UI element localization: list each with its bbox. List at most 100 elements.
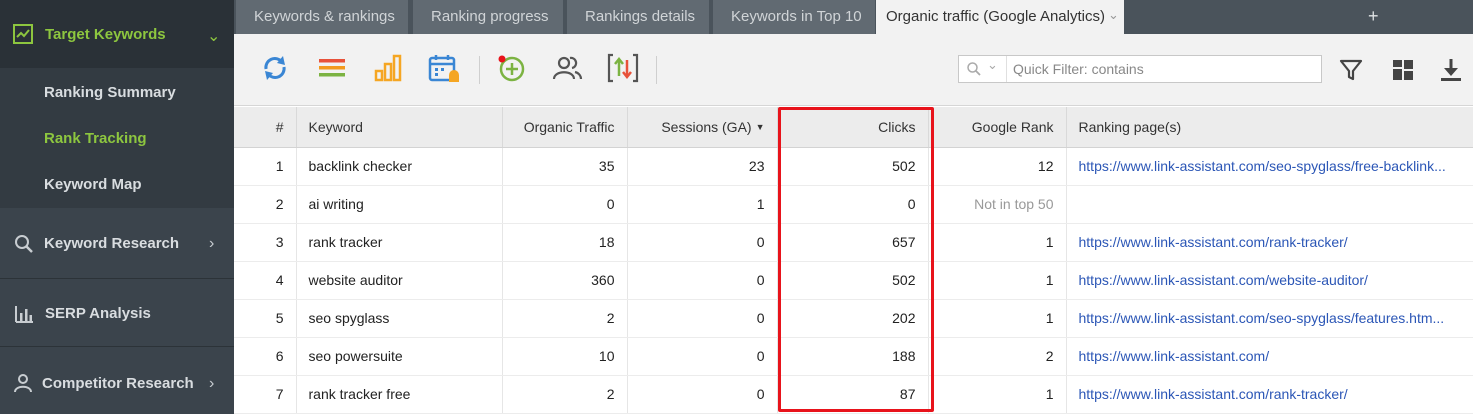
quick-filter-input[interactable] (1013, 59, 1313, 79)
sessions-cell: 0 (627, 337, 778, 376)
clicks-cell: 502 (777, 261, 929, 300)
sidebar: Target Keywords ⌄ Ranking Summary Rank T… (0, 0, 234, 414)
sidebar-section-label: Keyword Research (44, 235, 180, 252)
column-header-ranking-pages[interactable]: Ranking page(s) (1066, 107, 1473, 148)
divider (0, 278, 234, 279)
sidebar-item-ranking-summary[interactable]: Ranking Summary (44, 84, 176, 101)
clicks-cell: 87 (777, 375, 929, 414)
grid-layout-icon[interactable] (1388, 55, 1418, 85)
add-keyword-icon[interactable] (494, 51, 528, 85)
chevron-right-icon: › (209, 375, 215, 392)
table-row[interactable]: 2 ai writing 0 1 0 Not in top 50 (234, 185, 1473, 224)
row-number: 1 (234, 147, 297, 186)
table-row[interactable]: 4 website auditor 360 0 502 1 https://www.link… (234, 261, 1473, 300)
refresh-icon[interactable] (258, 51, 292, 85)
google-rank-cell: 2 (928, 337, 1067, 376)
sessions-cell: 0 (627, 261, 778, 300)
search-icon (15, 235, 33, 253)
organic-traffic-cell: 35 (502, 147, 628, 186)
google-rank-cell: Not in top 50 (928, 185, 1067, 224)
quick-filter: ⌄ (958, 55, 1322, 83)
users-icon[interactable] (550, 51, 584, 85)
sessions-cell: 0 (627, 299, 778, 338)
organic-traffic-cell: 2 (502, 299, 628, 338)
table-row[interactable]: 6 seo powersuite 10 0 188 2 https://www.link-a… (234, 337, 1473, 376)
list-icon[interactable] (315, 51, 349, 85)
ranking-page-cell[interactable]: https://www.link-assistant.com/rank-trac… (1066, 223, 1473, 262)
column-header-label: Sessions (GA) (661, 118, 752, 135)
search-options-button[interactable]: ⌄ (959, 56, 1007, 82)
download-icon[interactable] (1436, 55, 1466, 85)
sidebar-section-target-keywords[interactable]: Target Keywords ⌄ (0, 0, 234, 68)
row-number: 7 (234, 375, 297, 414)
tab-keywords-rankings[interactable]: Keywords & rankings (236, 0, 408, 34)
toolbar-separator (479, 56, 480, 84)
sidebar-subitems: Ranking Summary Rank Tracking Keyword Ma… (0, 68, 234, 208)
google-rank-cell: 1 (928, 375, 1067, 414)
keyword-cell: seo spyglass (296, 299, 503, 338)
chevron-down-icon: ⌄ (987, 57, 998, 72)
keyword-cell: ai writing (296, 185, 503, 224)
filter-icon[interactable] (1336, 55, 1366, 85)
ranking-page-cell[interactable]: https://www.link-assistant.com/seo-spygl… (1066, 299, 1473, 338)
keyword-cell: backlink checker (296, 147, 503, 186)
ranking-page-cell[interactable]: https://www.link-assistant.com/ (1066, 337, 1473, 376)
row-number: 3 (234, 223, 297, 262)
organic-traffic-cell: 360 (502, 261, 628, 300)
tab-organic-traffic[interactable]: Organic traffic (Google Analytics) ⌄ (876, 0, 1124, 34)
column-header-google-rank[interactable]: Google Rank (928, 107, 1067, 148)
keywords-table: # Keyword Organic Traffic Sessions (GA) ▼… (234, 107, 1473, 414)
column-header-organic-traffic[interactable]: Organic Traffic (502, 107, 628, 148)
row-number: 2 (234, 185, 297, 224)
tab-keywords-top-10[interactable]: Keywords in Top 10 (713, 0, 875, 34)
row-number: 4 (234, 261, 297, 300)
keyword-cell: rank tracker free (296, 375, 503, 414)
chevron-right-icon: › (209, 235, 215, 252)
sidebar-item-keyword-map[interactable]: Keyword Map (44, 176, 142, 193)
search-icon (967, 62, 981, 76)
row-number: 6 (234, 337, 297, 376)
ranking-page-cell[interactable] (1066, 185, 1473, 224)
column-header-clicks[interactable]: Clicks (777, 107, 929, 148)
keyword-cell: seo powersuite (296, 337, 503, 376)
ranking-page-cell[interactable]: https://www.link-assistant.com/website-a… (1066, 261, 1473, 300)
add-tab-icon[interactable]: + (1368, 6, 1379, 27)
clicks-cell: 0 (777, 185, 929, 224)
table-row[interactable]: 3 rank tracker 18 0 657 1 https://www.link-ass… (234, 223, 1473, 262)
column-header-keyword[interactable]: Keyword (296, 107, 503, 148)
column-header-sessions[interactable]: Sessions (GA) ▼ (627, 107, 778, 148)
tab-label: Organic traffic (Google Analytics) (886, 8, 1105, 25)
google-rank-cell: 1 (928, 299, 1067, 338)
table-row[interactable]: 7 rank tracker free 2 0 87 1 https://www.link-… (234, 375, 1473, 414)
sidebar-section-label: SERP Analysis (45, 305, 151, 322)
ranking-page-cell[interactable]: https://www.link-assistant.com/rank-trac… (1066, 375, 1473, 414)
row-number: 5 (234, 299, 297, 338)
sidebar-section-label: Competitor Research (42, 375, 194, 392)
sidebar-item-rank-tracking[interactable]: Rank Tracking (44, 130, 147, 147)
ranking-page-cell[interactable]: https://www.link-assistant.com/seo-spygl… (1066, 147, 1473, 186)
import-export-icon[interactable] (606, 51, 640, 85)
table-row[interactable]: 1 backlink checker 35 23 502 12 https://www.li… (234, 147, 1473, 186)
clicks-cell: 502 (777, 147, 929, 186)
table-header: # Keyword Organic Traffic Sessions (GA) ▼… (234, 107, 1473, 148)
divider (0, 346, 234, 347)
organic-traffic-cell: 0 (502, 185, 628, 224)
trend-chart-icon (13, 24, 33, 44)
google-rank-cell: 12 (928, 147, 1067, 186)
tab-bar: Keywords & rankings Ranking progress Ran… (234, 0, 1473, 34)
google-rank-cell: 1 (928, 261, 1067, 300)
bar-chart-icon[interactable] (371, 51, 405, 85)
calendar-icon[interactable] (427, 51, 461, 85)
organic-traffic-cell: 2 (502, 375, 628, 414)
toolbar: ⌄ (234, 34, 1473, 106)
clicks-cell: 188 (777, 337, 929, 376)
sessions-cell: 23 (627, 147, 778, 186)
clicks-cell: 202 (777, 299, 929, 338)
tab-rankings-details[interactable]: Rankings details (567, 0, 709, 34)
column-header-number[interactable]: # (234, 107, 297, 148)
tab-ranking-progress[interactable]: Ranking progress (413, 0, 563, 34)
keyword-cell: rank tracker (296, 223, 503, 262)
google-rank-cell: 1 (928, 223, 1067, 262)
chevron-down-icon[interactable]: ⌄ (1108, 0, 1119, 32)
table-row[interactable]: 5 seo spyglass 2 0 202 1 https://www.link-assi… (234, 299, 1473, 338)
